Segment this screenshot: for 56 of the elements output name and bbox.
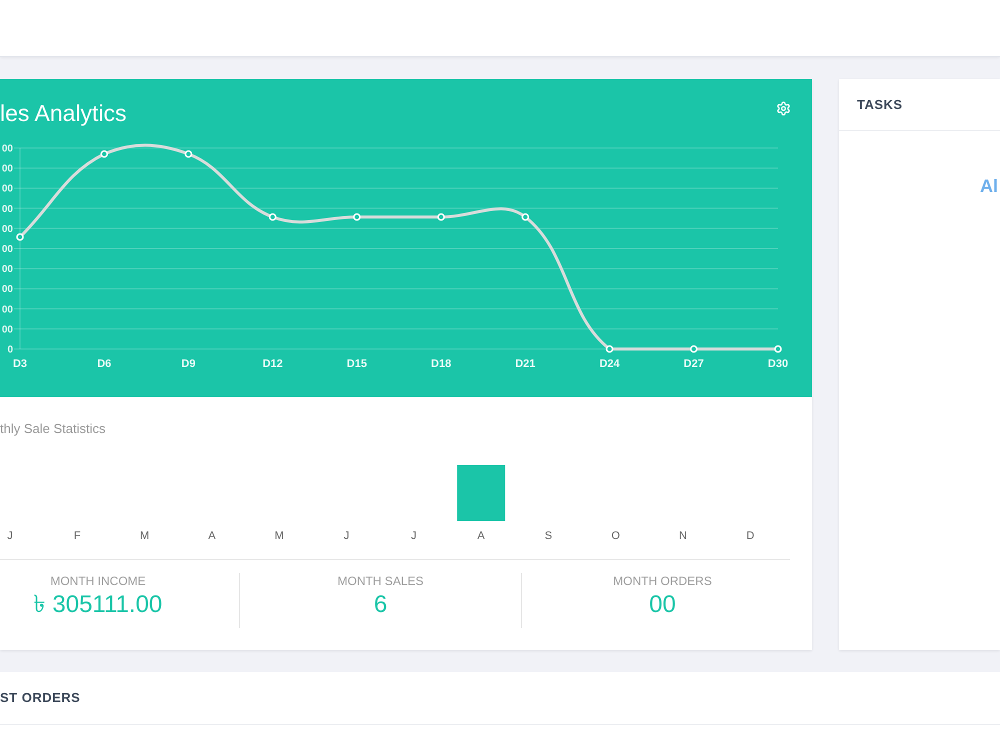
stat-value: ৳ 305111.00	[34, 590, 162, 620]
axis-label: 00	[2, 324, 13, 336]
axis-label: 00	[2, 144, 13, 154]
card-title: TASKS	[857, 96, 903, 114]
data-point	[522, 213, 530, 221]
axis-label: 0	[7, 344, 13, 356]
axis-label: D9	[181, 358, 196, 370]
axis-label: 00	[2, 304, 13, 316]
month-label: F	[74, 530, 81, 542]
month-label: M	[274, 530, 284, 542]
month-label: N	[679, 530, 687, 542]
month-label: O	[611, 530, 620, 542]
axis-label: D6	[97, 358, 112, 370]
axis-label: D3	[12, 358, 28, 370]
data-point	[268, 213, 276, 221]
month-label: J	[344, 530, 350, 542]
stat-label: MONTH INCOME	[50, 573, 146, 589]
axis-label: 00	[2, 224, 13, 235]
axis-label: D30	[768, 358, 788, 370]
data-point	[100, 150, 108, 158]
axis-label: D15	[346, 358, 367, 370]
data-point	[774, 345, 782, 353]
stat-label: MONTH ORDERS	[613, 573, 712, 589]
axis-label: 00	[2, 164, 13, 175]
stat-value: 6	[374, 590, 388, 620]
month-label: S	[544, 530, 552, 542]
axis-label: D27	[684, 358, 704, 370]
axis-label: D12	[262, 358, 283, 370]
data-point	[16, 233, 24, 241]
axis-label: D21	[515, 358, 536, 370]
data-point	[437, 213, 445, 221]
month-label: J	[411, 530, 417, 542]
axis-label: D24	[599, 358, 620, 370]
month-label: J	[7, 530, 13, 542]
sales-bar	[457, 465, 506, 521]
axis-label: 00	[2, 264, 13, 276]
axis-label: 00	[2, 244, 13, 255]
stat-value: 00	[649, 590, 676, 620]
month-label: A	[477, 530, 485, 542]
stat-label: MONTH SALES	[337, 573, 424, 589]
axis-label: 00	[2, 184, 13, 195]
month-label: A	[208, 530, 216, 542]
section-title: thly Sale Statistics	[0, 420, 106, 437]
axis-label: 00	[2, 284, 13, 296]
axis-label: 00	[2, 204, 13, 215]
month-label: M	[140, 530, 150, 542]
axis-label: D18	[431, 358, 452, 370]
data-point	[184, 150, 192, 158]
panel-title: les Analytics	[0, 99, 127, 128]
data-point	[690, 345, 698, 353]
data-point	[606, 345, 614, 353]
month-label: D	[746, 530, 754, 542]
card-title: ST ORDERS	[0, 689, 80, 708]
empty-message: Al	[980, 176, 998, 196]
data-point	[353, 213, 361, 221]
settings-icon[interactable]	[776, 101, 791, 116]
